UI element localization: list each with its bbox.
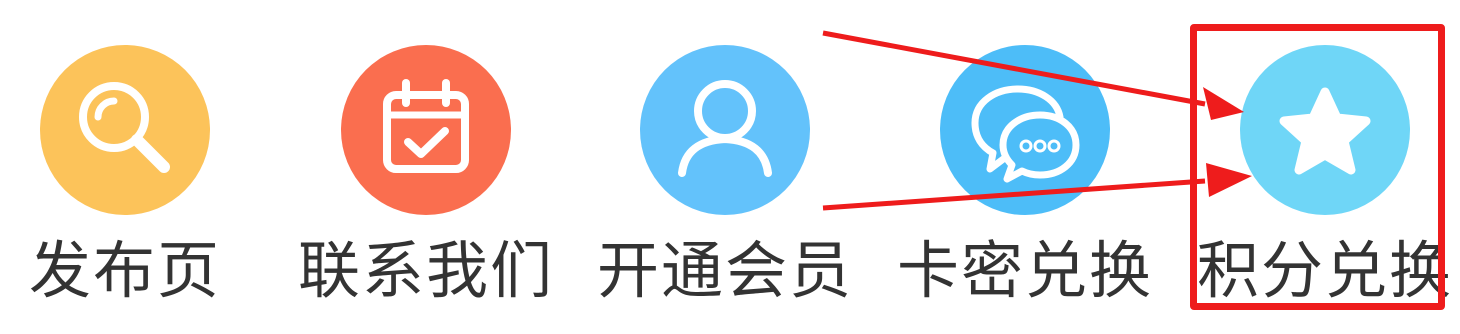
nav-item-publish-page[interactable]: 发布页 xyxy=(0,45,275,315)
nav-item-points-redeem[interactable]: 积分兑换 xyxy=(1175,45,1460,315)
user-icon xyxy=(678,80,772,177)
card-redeem-label: 卡密兑换 xyxy=(896,234,1153,307)
chat-bubbles-icon xyxy=(971,85,1080,183)
nav-item-open-membership[interactable]: 开通会员 xyxy=(575,45,875,315)
points-redeem-icon-circle[interactable] xyxy=(1240,45,1410,215)
search-icon xyxy=(79,82,170,173)
card-redeem-icon-circle[interactable] xyxy=(940,45,1110,215)
contact-us-icon-circle[interactable] xyxy=(341,45,511,215)
open-membership-icon-circle[interactable] xyxy=(640,45,810,215)
nav-item-contact-us[interactable]: 联系我们 xyxy=(276,45,576,315)
publish-page-icon-circle[interactable] xyxy=(40,45,210,215)
open-membership-label: 开通会员 xyxy=(596,234,853,307)
publish-page-label: 发布页 xyxy=(28,234,221,307)
points-redeem-label: 积分兑换 xyxy=(1196,234,1453,307)
contact-us-label: 联系我们 xyxy=(297,234,554,307)
nav-item-card-redeem[interactable]: 卡密兑换 xyxy=(875,45,1175,315)
star-icon xyxy=(1279,87,1371,175)
calendar-check-icon xyxy=(383,79,469,173)
